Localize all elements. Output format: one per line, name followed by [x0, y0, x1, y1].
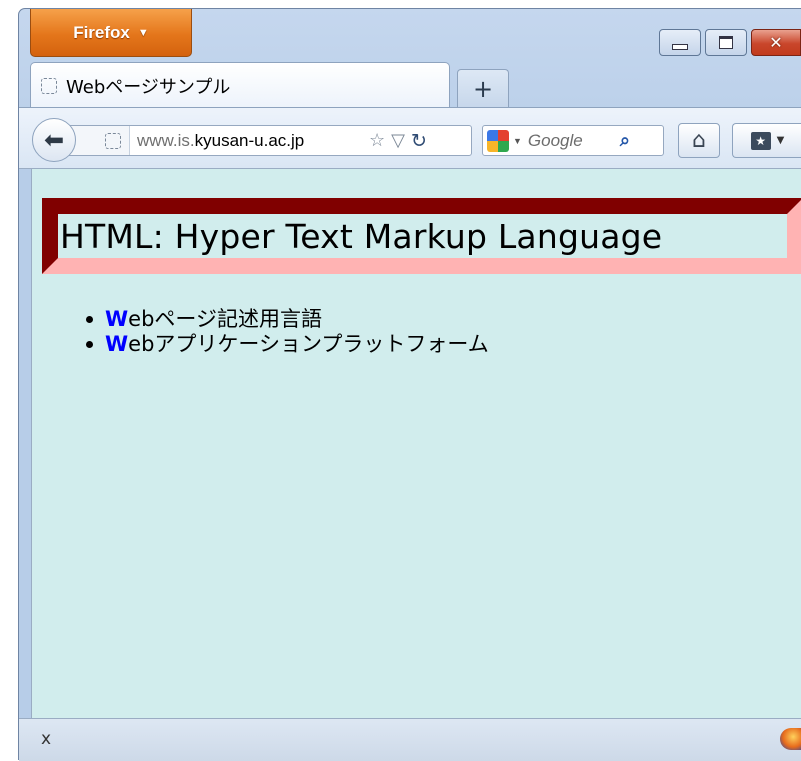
google-logo-icon[interactable] — [487, 129, 509, 152]
list-item-first-letter: W — [105, 307, 129, 331]
bullet-icon — [86, 341, 93, 348]
dashed-page-icon — [41, 77, 57, 94]
firefox-menu-label: Firefox — [73, 22, 130, 42]
page-heading-box: HTML: Hyper Text Markup Language — [42, 198, 801, 274]
chevron-down-icon: ▼ — [137, 26, 149, 39]
page-content: HTML: Hyper Text Markup Language Webページ記… — [31, 169, 801, 718]
history-dropdown-icon[interactable]: ▽ — [391, 130, 405, 151]
back-button[interactable]: ⬅ — [32, 118, 76, 162]
maximize-icon — [719, 36, 733, 49]
bookmarks-icon: ★ — [750, 131, 771, 150]
star-icon[interactable]: ☆ — [369, 130, 385, 151]
close-window-button[interactable]: ✕ — [751, 29, 801, 56]
home-icon: ⌂ — [692, 128, 706, 153]
chevron-down-icon: ▼ — [776, 135, 785, 146]
url-prefix: www.is. — [137, 130, 195, 150]
bookmarks-button[interactable]: ★ ▼ — [732, 123, 801, 158]
list-item-text: ebアプリケーションプラットフォーム — [128, 332, 489, 356]
home-button[interactable]: ⌂ — [678, 123, 720, 158]
url-text[interactable]: www.is.kyusan-u.ac.jp — [137, 131, 369, 151]
firefox-menu-button[interactable]: Firefox ▼ — [30, 9, 192, 57]
close-statusbar-icon[interactable]: x — [41, 729, 51, 749]
navigation-toolbar: ⬅ www.is.kyusan-u.ac.jp ☆ ▽ ↻ ▼ Google ⌕… — [19, 107, 801, 169]
list-item-text: ebページ記述用言語 — [128, 307, 323, 331]
bullet-icon — [86, 316, 93, 323]
search-engine-chevron-icon[interactable]: ▼ — [513, 136, 522, 146]
plus-icon: + — [472, 74, 494, 103]
browser-window: Firefox ▼ ✕ Webページサンプル + ⬅ www.is.kyusan… — [18, 8, 801, 761]
search-icon[interactable]: ⌕ — [620, 130, 630, 151]
url-domain: kyusan-u.ac.jp — [194, 130, 305, 150]
list-item-first-letter: W — [105, 332, 129, 356]
new-tab-button[interactable]: + — [457, 69, 509, 107]
search-bar[interactable]: ▼ Google ⌕ — [482, 125, 664, 156]
tab-title: Webページサンプル — [66, 76, 231, 98]
list-item: Webページ記述用言語 — [86, 307, 489, 332]
url-bar-icons: ☆ ▽ ↻ — [369, 130, 427, 152]
page-heading: HTML: Hyper Text Markup Language — [60, 216, 663, 256]
close-icon: ✕ — [769, 33, 783, 52]
back-arrow-icon: ⬅ — [43, 126, 65, 154]
status-bar: x — [19, 718, 801, 761]
minimize-button[interactable] — [659, 29, 701, 56]
list-item: Webアプリケーションプラットフォーム — [86, 332, 489, 357]
dashed-page-icon — [105, 132, 121, 149]
reload-icon[interactable]: ↻ — [411, 130, 427, 152]
site-identity-button[interactable] — [70, 126, 130, 155]
search-input[interactable]: Google — [528, 131, 620, 151]
firefox-logo-icon — [780, 728, 801, 750]
url-bar[interactable]: www.is.kyusan-u.ac.jp ☆ ▽ ↻ — [69, 125, 472, 156]
tab-active[interactable]: Webページサンプル — [30, 62, 450, 108]
minimize-icon — [672, 43, 688, 50]
window-controls: ✕ — [659, 29, 801, 56]
maximize-button[interactable] — [705, 29, 747, 56]
content-list: Webページ記述用言語 Webアプリケーションプラットフォーム — [86, 307, 489, 357]
